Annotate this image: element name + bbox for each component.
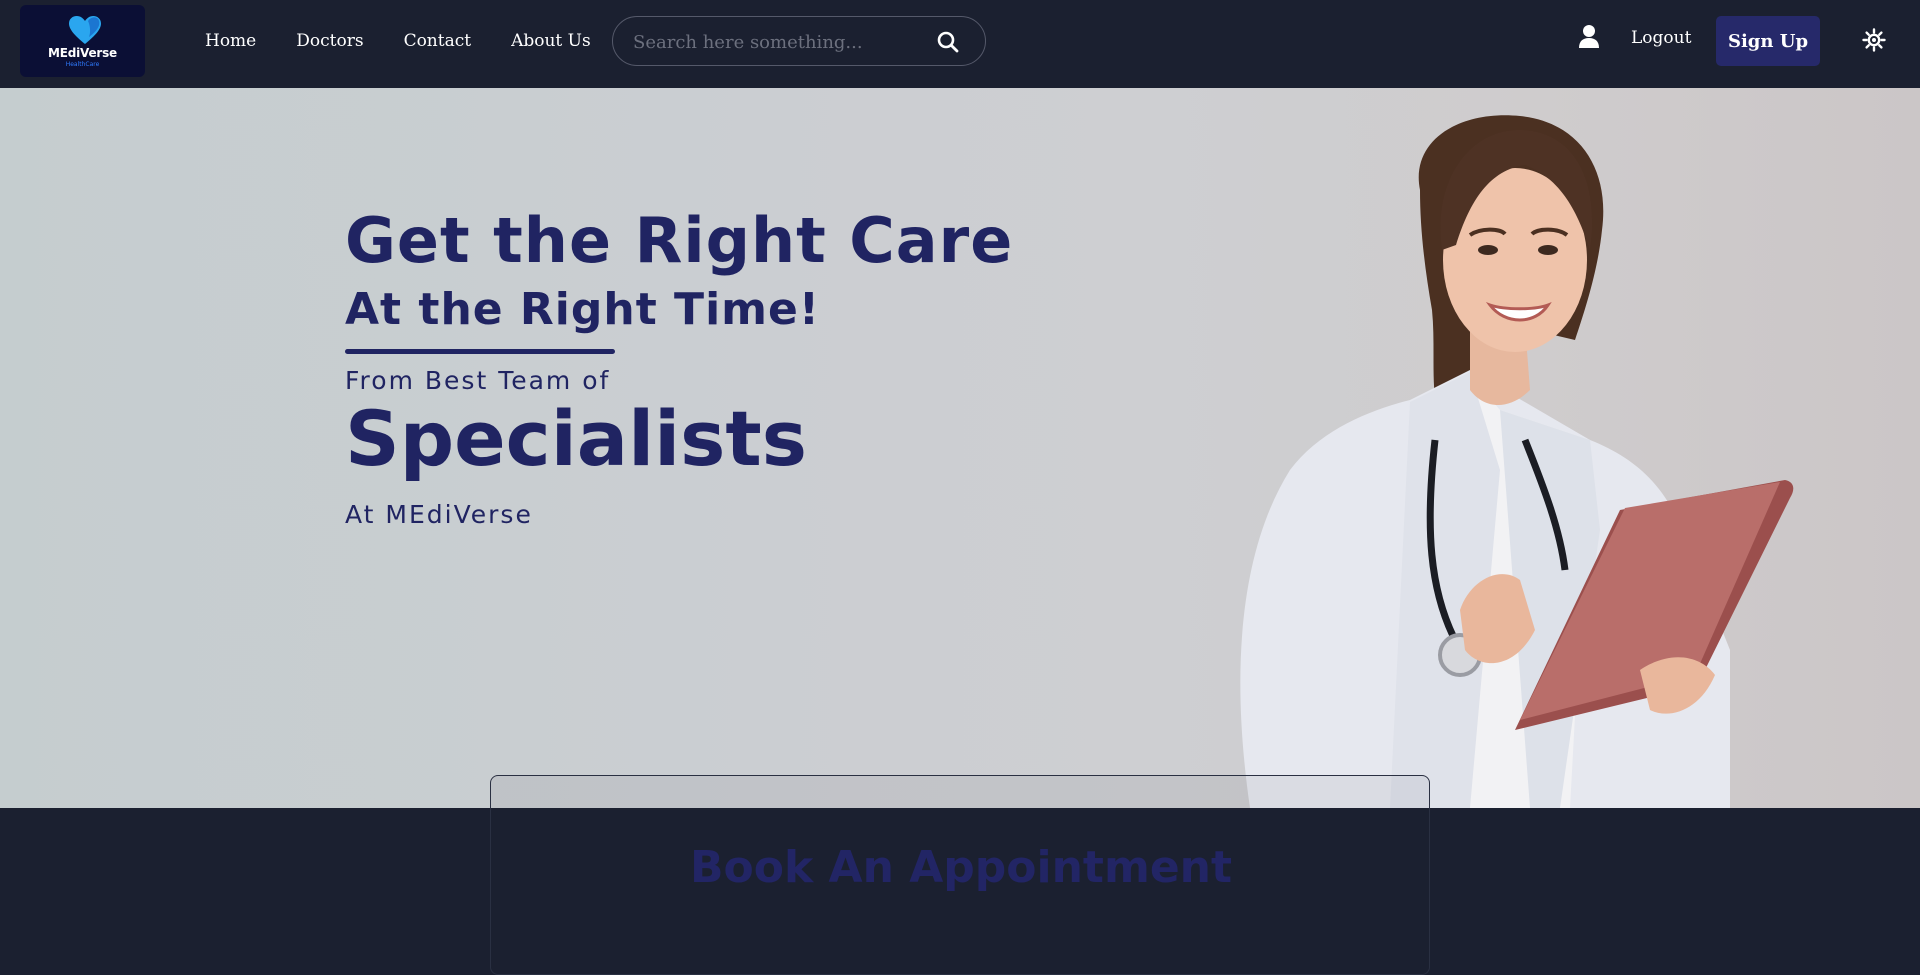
sun-icon[interactable]: [1862, 28, 1886, 52]
logout-link[interactable]: Logout: [1631, 28, 1691, 48]
brand-name: MEdiVerse: [47, 46, 117, 60]
search-bar: [612, 16, 986, 66]
nav-home[interactable]: Home: [205, 31, 256, 51]
doctor-image: [1240, 115, 1794, 808]
sign-up-button[interactable]: Sign Up: [1716, 16, 1820, 66]
appointment-title: Book An Appointment: [689, 842, 1233, 893]
main-nav: Home Doctors Contact About Us: [205, 0, 631, 82]
search-icon: [937, 31, 959, 53]
heart-logo-icon: [69, 16, 101, 44]
hero-brand-text: At MEdiVerse: [345, 500, 533, 529]
brand-logo[interactable]: MEdiVerse HealthCare: [20, 5, 145, 77]
brand-tagline: HealthCare: [65, 61, 100, 68]
hero-team-text: From Best Team of: [345, 366, 611, 395]
hero-subheading: At the Right Time!: [345, 284, 820, 335]
nav-doctors[interactable]: Doctors: [296, 31, 363, 51]
search-input[interactable]: [633, 29, 923, 55]
appointment-card: Book An Appointment: [490, 775, 1430, 975]
search-button[interactable]: [933, 27, 963, 57]
nav-about-us[interactable]: About Us: [511, 31, 591, 51]
user-icon[interactable]: [1578, 24, 1600, 50]
navbar: MEdiVerse HealthCare Home Doctors Contac…: [0, 0, 1920, 88]
hero-underline: [345, 349, 615, 354]
hero-section: Get the Right Care At the Right Time! Fr…: [0, 88, 1920, 808]
nav-contact[interactable]: Contact: [404, 31, 472, 51]
hero-specialists: Specialists: [345, 394, 807, 483]
hero-heading: Get the Right Care: [345, 204, 1014, 277]
